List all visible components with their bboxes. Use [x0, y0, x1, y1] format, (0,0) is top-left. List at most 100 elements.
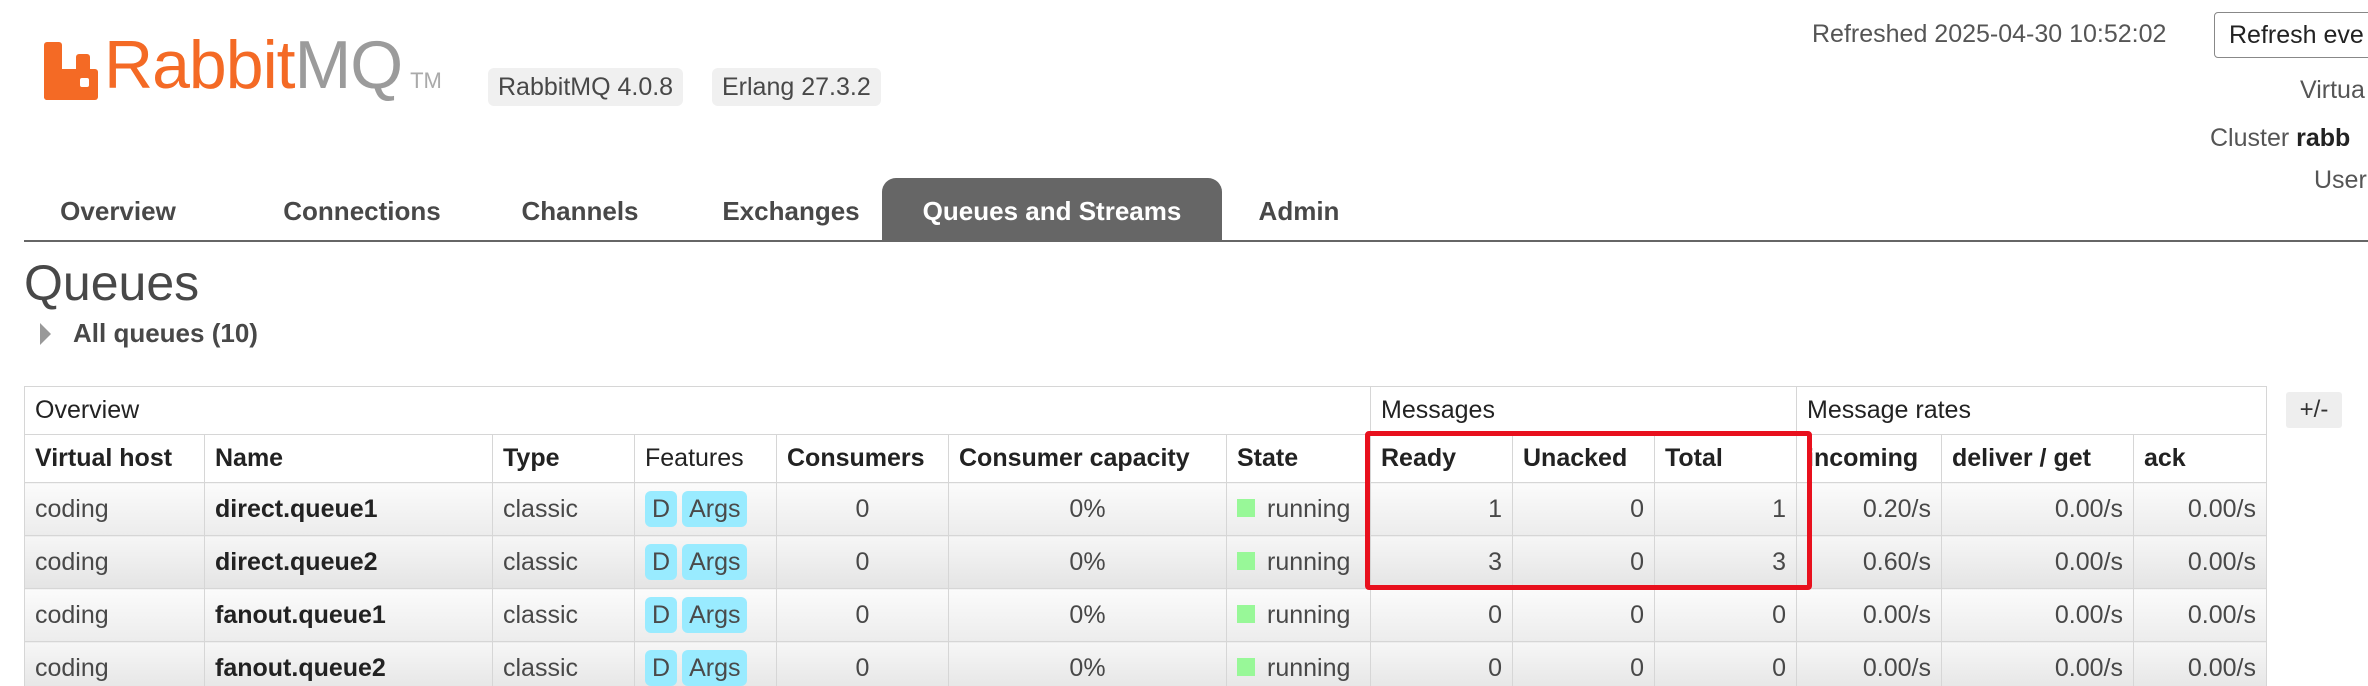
cell-total: 1: [1654, 482, 1797, 536]
cell-unacked: 0: [1512, 641, 1655, 686]
cluster-name: rabb: [2296, 124, 2351, 152]
feature-durable-badge: D: [645, 597, 678, 633]
cell-ready: 0: [1370, 588, 1513, 642]
col-unacked[interactable]: Unacked: [1512, 434, 1655, 483]
logo-wordmark: RabbitMQ: [104, 27, 403, 103]
cell-total: 3: [1654, 535, 1797, 589]
cell-vhost: coding: [24, 482, 205, 536]
cell-state: running: [1226, 641, 1371, 686]
rabbitmq-version-badge: RabbitMQ 4.0.8: [488, 68, 684, 106]
cell-ack: 0.00/s: [2133, 535, 2267, 589]
all-queues-toggle[interactable]: All queues (10): [40, 318, 258, 349]
cell-state: running: [1226, 535, 1371, 589]
tab-admin[interactable]: Admin: [1234, 178, 1364, 240]
cluster-label: Cluster: [2210, 124, 2290, 152]
cell-ready: 0: [1370, 641, 1513, 686]
tab-exchanges[interactable]: Exchanges: [686, 178, 896, 240]
col-incoming[interactable]: incoming: [1796, 434, 1942, 483]
col-ready[interactable]: Ready: [1370, 434, 1513, 483]
tab-queues-and-streams[interactable]: Queues and Streams: [882, 178, 1222, 240]
col-consumer-capacity[interactable]: Consumer capacity: [948, 434, 1227, 483]
cell-unacked: 0: [1512, 588, 1655, 642]
group-overview: Overview: [24, 386, 1371, 435]
table-row: coding direct.queue1 classic D Args 0 0% …: [24, 482, 2267, 536]
cell-consumers: 0: [776, 482, 949, 536]
cell-features: D Args: [634, 641, 777, 686]
cell-consumer-capacity: 0%: [948, 641, 1227, 686]
erlang-version-badge: Erlang 27.3.2: [712, 68, 881, 106]
running-status-icon: [1237, 657, 1255, 676]
cell-incoming: 0.00/s: [1796, 641, 1942, 686]
refresh-interval-select[interactable]: Refresh eve: [2214, 12, 2368, 58]
cell-state: running: [1226, 588, 1371, 642]
queue-name-link[interactable]: fanout.queue1: [204, 588, 493, 642]
cell-deliver-get: 0.00/s: [1941, 641, 2134, 686]
feature-durable-badge: D: [645, 544, 678, 580]
cell-type: classic: [492, 641, 635, 686]
col-state[interactable]: State: [1226, 434, 1371, 483]
cell-ready: 1: [1370, 482, 1513, 536]
table-row: coding direct.queue2 classic D Args 0 0% …: [24, 535, 2267, 589]
cluster-info: Cluster rabb: [2210, 124, 2350, 153]
running-status-icon: [1237, 604, 1255, 623]
table-row: coding fanout.queue2 classic D Args 0 0% …: [24, 641, 2267, 686]
cell-deliver-get: 0.00/s: [1941, 482, 2134, 536]
cell-consumers: 0: [776, 641, 949, 686]
cell-vhost: coding: [24, 641, 205, 686]
col-features: Features: [634, 434, 777, 483]
col-total[interactable]: Total: [1654, 434, 1797, 483]
tab-channels[interactable]: Channels: [490, 178, 670, 240]
cell-type: classic: [492, 482, 635, 536]
expand-triangle-icon: [40, 322, 51, 345]
feature-durable-badge: D: [645, 650, 678, 686]
state-label: running: [1267, 600, 1351, 629]
column-toggle-button[interactable]: +/-: [2286, 392, 2342, 428]
state-label: running: [1267, 547, 1351, 576]
cell-vhost: coding: [24, 588, 205, 642]
cell-consumer-capacity: 0%: [948, 535, 1227, 589]
state-label: running: [1267, 653, 1351, 682]
feature-args-badge: Args: [682, 491, 748, 527]
cell-ack: 0.00/s: [2133, 482, 2267, 536]
cell-consumer-capacity: 0%: [948, 588, 1227, 642]
cell-unacked: 0: [1512, 482, 1655, 536]
cell-type: classic: [492, 588, 635, 642]
cell-deliver-get: 0.00/s: [1941, 588, 2134, 642]
queue-name-link[interactable]: direct.queue2: [204, 535, 493, 589]
col-deliver-get[interactable]: deliver / get: [1941, 434, 2134, 483]
rabbitmq-logo[interactable]: RabbitMQ TM: [44, 30, 442, 100]
col-ack[interactable]: ack: [2133, 434, 2267, 483]
cell-deliver-get: 0.00/s: [1941, 535, 2134, 589]
tab-connections[interactable]: Connections: [240, 178, 484, 240]
table-row: coding fanout.queue1 classic D Args 0 0% …: [24, 588, 2267, 642]
group-message-rates: Message rates: [1796, 386, 2267, 435]
queue-name-link[interactable]: direct.queue1: [204, 482, 493, 536]
rabbitmq-logo-icon: [44, 42, 100, 100]
running-status-icon: [1237, 498, 1255, 517]
cell-total: 0: [1654, 641, 1797, 686]
col-virtual-host[interactable]: Virtual host: [24, 434, 205, 483]
feature-durable-badge: D: [645, 491, 678, 527]
refreshed-timestamp: Refreshed 2025-04-30 10:52:02: [1812, 20, 2167, 48]
virtual-host-label: Virtua: [2300, 76, 2365, 104]
feature-args-badge: Args: [682, 544, 748, 580]
cell-ready: 3: [1370, 535, 1513, 589]
cell-features: D Args: [634, 535, 777, 589]
cell-total: 0: [1654, 588, 1797, 642]
cell-consumer-capacity: 0%: [948, 482, 1227, 536]
col-consumers[interactable]: Consumers: [776, 434, 949, 483]
cell-incoming: 0.00/s: [1796, 588, 1942, 642]
queues-table: Overview Messages Message rates Virtual …: [24, 386, 2267, 686]
cell-incoming: 0.60/s: [1796, 535, 1942, 589]
tab-overview[interactable]: Overview: [24, 178, 212, 240]
cell-vhost: coding: [24, 535, 205, 589]
running-status-icon: [1237, 551, 1255, 570]
col-name[interactable]: Name: [204, 434, 493, 483]
cell-consumers: 0: [776, 535, 949, 589]
feature-args-badge: Args: [682, 597, 748, 633]
queue-name-link[interactable]: fanout.queue2: [204, 641, 493, 686]
all-queues-label: All queues (10): [73, 318, 258, 348]
cell-ack: 0.00/s: [2133, 641, 2267, 686]
col-type[interactable]: Type: [492, 434, 635, 483]
cell-features: D Args: [634, 482, 777, 536]
